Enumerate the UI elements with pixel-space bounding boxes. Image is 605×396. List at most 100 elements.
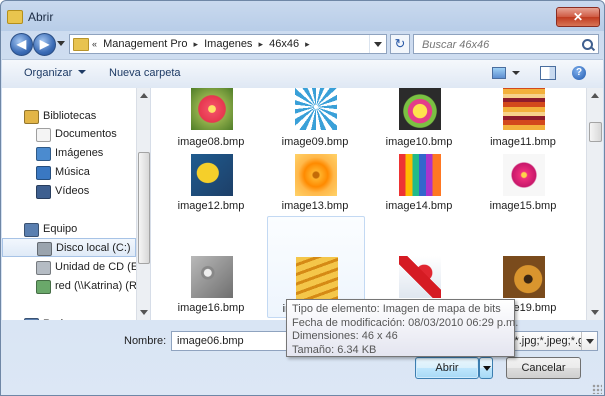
new-folder-button[interactable]: Nueva carpeta: [109, 67, 181, 79]
file-name: image08.bmp: [177, 136, 245, 148]
sidebar-item[interactable]: Equipo: [2, 220, 136, 239]
ball-icon: [399, 88, 441, 130]
file-name: image12.bmp: [177, 200, 245, 212]
documents-icon: [36, 128, 51, 142]
stairs-icon: [296, 257, 338, 299]
libraries-icon: [24, 110, 39, 124]
preview-pane-icon[interactable]: [540, 66, 556, 80]
breadcrumb-overflow[interactable]: «: [92, 39, 97, 49]
file-item[interactable]: image14.bmp: [371, 154, 469, 216]
file-item[interactable]: image09.bmp: [267, 88, 365, 152]
open-button[interactable]: Abrir: [415, 357, 479, 379]
file-list: image08.bmp image09.bmp image10.bmp image11…: [150, 88, 586, 320]
breadcrumb-item[interactable]: Imagenes: [204, 38, 252, 50]
file-name: image13.bmp: [281, 200, 349, 212]
resize-grip-icon[interactable]: [592, 384, 602, 394]
sidebar-item-label: Imágenes: [55, 147, 104, 159]
file-item[interactable]: image13.bmp: [267, 154, 365, 216]
file-name: image16.bmp: [177, 302, 245, 314]
change-view-icon[interactable]: [492, 67, 506, 79]
sidebar-item-label: Música: [55, 166, 90, 178]
file-name: image09.bmp: [281, 136, 349, 148]
back-button[interactable]: ◀: [10, 33, 33, 56]
scrollbar-thumb[interactable]: [589, 122, 602, 142]
breadcrumb-separator-icon[interactable]: ▸: [194, 39, 199, 49]
tooltip-size: Tamaño: 6.34 KB: [292, 343, 377, 356]
file-list-scrollbar[interactable]: [586, 88, 603, 320]
sidebar-item-label: Disco local (C:): [56, 242, 131, 254]
guitar-icon: [503, 256, 545, 298]
folder-icon: [73, 38, 89, 51]
search-input[interactable]: [420, 36, 574, 54]
sidebar-item[interactable]: Documentos: [2, 125, 136, 144]
file-name-label: Nombre:: [124, 335, 167, 347]
cd-drive-icon: [36, 261, 51, 275]
sidebar-item[interactable]: Música: [2, 163, 136, 182]
forward-button[interactable]: ▶: [33, 33, 56, 56]
scrollbar-thumb[interactable]: [138, 152, 150, 264]
scroll-up-arrow-icon[interactable]: [140, 93, 148, 98]
breadcrumb-item[interactable]: Management Pro: [103, 38, 187, 50]
close-button[interactable]: ✕: [556, 7, 600, 27]
folder-icon: [7, 10, 23, 24]
search-box[interactable]: [413, 34, 599, 54]
sidebar-item-label: Unidad de CD (E:): [55, 261, 136, 273]
sidebar-item[interactable]: Imágenes: [2, 144, 136, 163]
file-item[interactable]: image15.bmp: [475, 154, 573, 216]
file-item[interactable]: image10.bmp: [371, 88, 469, 152]
file-item[interactable]: image11.bmp: [475, 88, 573, 152]
origami-icon: [399, 256, 441, 298]
breadcrumb-separator-icon[interactable]: ▸: [259, 39, 264, 49]
recent-locations-dropdown[interactable]: [57, 41, 65, 46]
address-bar[interactable]: « Management Pro ▸ Imagenes ▸ 46x46 ▸: [69, 34, 387, 54]
sidebar-item[interactable]: Disco local (C:): [2, 238, 136, 257]
sidebar-item[interactable]: red (\\Katrina) (R:): [2, 277, 136, 296]
breadcrumb-separator-icon[interactable]: ▸: [305, 39, 310, 49]
address-dropdown[interactable]: [369, 35, 386, 53]
title-bar: Abrir ✕: [1, 1, 604, 31]
breadcrumb-item[interactable]: 46x46: [269, 38, 299, 50]
breadcrumb: « Management Pro ▸ Imagenes ▸ 46x46 ▸: [92, 38, 310, 50]
help-icon[interactable]: ?: [572, 66, 586, 80]
flower-icon: [191, 88, 233, 130]
navigation-scrollbar[interactable]: [136, 88, 150, 320]
windmill-icon: [295, 88, 337, 130]
leaf-icon: [191, 154, 233, 196]
sidebar-item-label: Documentos: [55, 128, 117, 140]
crayons-icon: [399, 154, 441, 196]
sidebar-item[interactable]: Vídeos: [2, 182, 136, 201]
sidebar-item-label: Vídeos: [55, 185, 90, 197]
search-icon[interactable]: [582, 39, 593, 50]
orange-flower-icon: [295, 154, 337, 196]
file-name: image11.bmp: [490, 136, 556, 148]
file-item[interactable]: image16.bmp: [163, 256, 261, 318]
sidebar-item[interactable]: Unidad de CD (E:): [2, 258, 136, 277]
videos-icon: [36, 185, 51, 199]
pink-flower-icon: [503, 154, 545, 196]
open-options-dropdown[interactable]: [479, 357, 493, 379]
sidebar-item[interactable]: Bibliotecas: [2, 107, 136, 126]
scroll-up-arrow-icon[interactable]: [591, 93, 599, 98]
file-item[interactable]: image08.bmp: [163, 88, 261, 152]
organize-menu[interactable]: Organizar: [24, 67, 86, 79]
fabric-icon: [503, 88, 545, 130]
view-options-dropdown[interactable]: [512, 71, 520, 75]
file-item[interactable]: image12.bmp: [163, 154, 261, 216]
file-name: image14.bmp: [385, 200, 453, 212]
command-bar: Organizar Nueva carpeta ?: [2, 59, 603, 89]
cancel-button[interactable]: Cancelar: [506, 357, 581, 379]
sidebar-item-label: Bibliotecas: [43, 110, 97, 122]
tooltip-dimensions: Dimensiones: 46 x 46: [292, 330, 398, 342]
window-title: Abrir: [28, 10, 54, 24]
local-disk-icon: [37, 242, 52, 256]
tooltip-modified-date: Fecha de modificación: 08/03/2010 06:29 …: [292, 316, 519, 329]
music-icon: [36, 166, 51, 180]
scroll-down-arrow-icon[interactable]: [591, 310, 599, 315]
scroll-down-arrow-icon[interactable]: [140, 310, 148, 315]
network-drive-icon: [36, 280, 51, 294]
refresh-button[interactable]: ↻: [390, 34, 410, 54]
chevron-down-icon[interactable]: [581, 332, 597, 350]
navigation-pane: Bibliotecas Documentos Imágenes Música Vídeo…: [2, 88, 151, 320]
navigation-bar: ◀ ▶ « Management Pro ▸ Imagenes ▸ 46x46 …: [1, 31, 604, 59]
sidebar-item-label: red (\\Katrina) (R:): [55, 280, 136, 292]
